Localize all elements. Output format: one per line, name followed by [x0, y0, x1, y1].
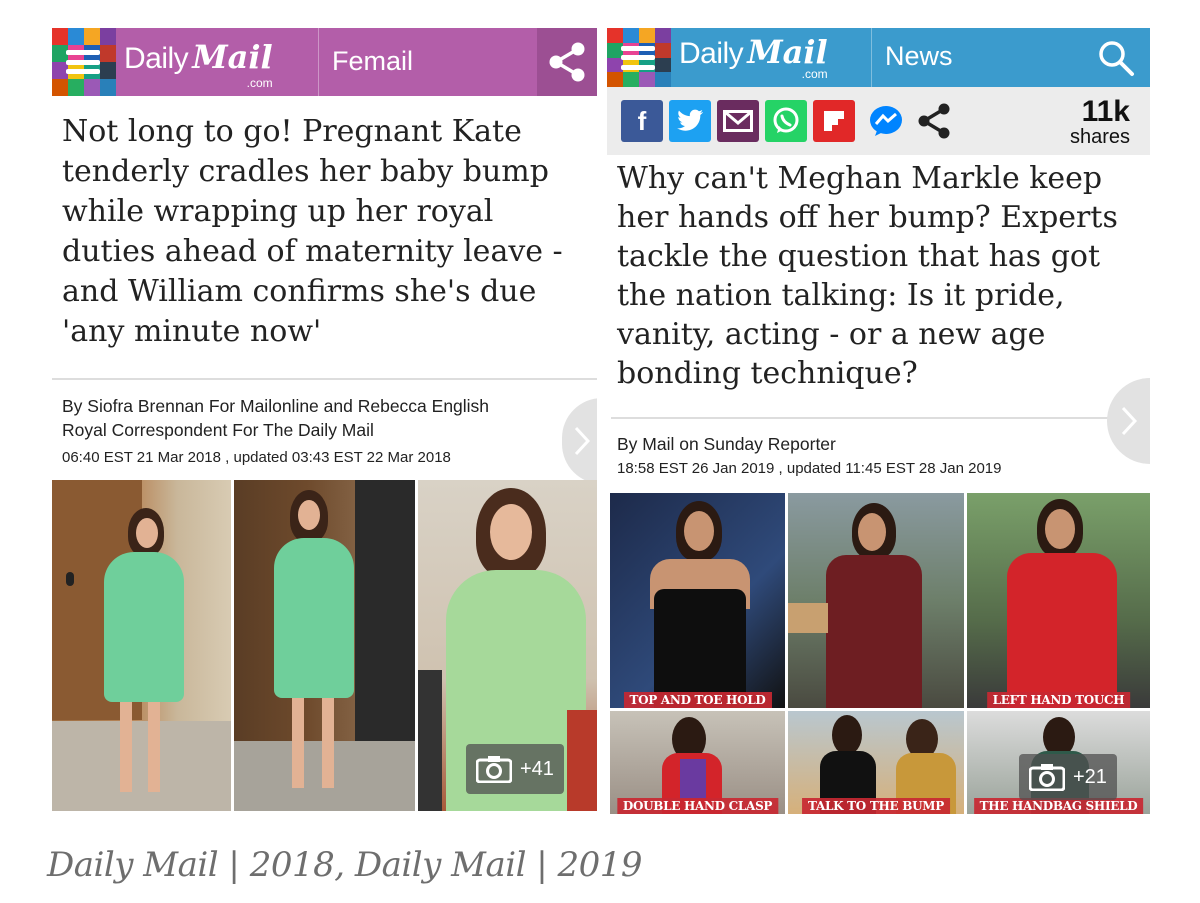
- image-credit: Daily Mail | 2018, Daily Mail | 2019: [47, 845, 643, 885]
- caption-double-hand-clasp: DOUBLE HAND CLASP: [616, 798, 779, 814]
- byline[interactable]: By Mail on Sunday Reporter: [617, 432, 836, 456]
- caption-left-hand-touch: LEFT HAND TOUCH: [986, 692, 1131, 708]
- share-count: 11k shares: [1069, 95, 1130, 148]
- share-button[interactable]: [537, 28, 597, 96]
- meghan-photo-top-and-toe[interactable]: TOP AND TOE HOLD: [610, 493, 785, 708]
- share-toolbar: f 11k shares: [607, 87, 1150, 155]
- logo-mail: Mail: [747, 33, 828, 71]
- menu-button[interactable]: [52, 28, 116, 96]
- femail-article-panel: Daily Mail .com Femail Not long to go! Pr…: [52, 28, 597, 814]
- share-count-label: shares: [1069, 126, 1130, 148]
- gallery-count-label: +21: [1073, 765, 1107, 788]
- caption-handbag-shield: THE HANDBAG SHIELD: [973, 798, 1144, 814]
- meghan-photo-left-hand-touch[interactable]: LEFT HAND TOUCH: [967, 493, 1150, 708]
- dateline: 06:40 EST 21 Mar 2018 , updated 03:43 ES…: [62, 449, 451, 466]
- chevron-right-icon: [574, 426, 590, 456]
- divider-rule: [611, 417, 1111, 419]
- femail-header-bar: Daily Mail .com Femail: [52, 28, 597, 96]
- gallery-count-button[interactable]: +41: [466, 744, 564, 794]
- messenger-icon[interactable]: [865, 100, 907, 142]
- dateline: 18:58 EST 26 Jan 2019 , updated 11:45 ES…: [617, 460, 1002, 477]
- article-headline[interactable]: Not long to go! Pregnant Kate tenderly c…: [62, 112, 587, 352]
- header-divider: [871, 28, 872, 87]
- news-article-panel: Daily Mail .com News f 11k shares Why ca…: [607, 28, 1150, 814]
- camera-icon: [476, 756, 512, 783]
- logo-mail: Mail: [192, 38, 273, 76]
- kate-photo-1[interactable]: [52, 480, 231, 811]
- search-button[interactable]: [1096, 38, 1136, 78]
- share-icon: [549, 42, 585, 82]
- logo-daily: Daily: [679, 37, 744, 70]
- meghan-photo-double-hand-clasp[interactable]: DOUBLE HAND CLASP: [610, 711, 785, 814]
- meghan-photo-talk-to-the-bump[interactable]: TALK TO THE BUMP: [788, 711, 964, 814]
- hamburger-icon: [66, 50, 100, 74]
- section-label[interactable]: News: [885, 41, 953, 72]
- caption-talk-to-the-bump: TALK TO THE BUMP: [802, 798, 950, 814]
- byline: By Siofra Brennan For Mailonline and Reb…: [62, 394, 489, 442]
- kate-photo-2[interactable]: [234, 480, 415, 811]
- header-divider: [318, 28, 319, 96]
- camera-icon: [1029, 764, 1065, 791]
- gallery-count-button[interactable]: +21: [1019, 754, 1117, 800]
- flipboard-icon[interactable]: [813, 100, 855, 142]
- share-count-number: 11k: [1081, 95, 1130, 128]
- caption-top-and-toe: TOP AND TOE HOLD: [623, 692, 772, 708]
- next-article-arrow[interactable]: [562, 398, 597, 484]
- chevron-right-icon: [1121, 406, 1137, 436]
- share-icon[interactable]: [913, 100, 955, 142]
- news-header-bar: Daily Mail .com News: [607, 28, 1150, 87]
- daily-mail-logo[interactable]: Daily Mail .com: [679, 33, 828, 81]
- divider-rule: [52, 378, 597, 380]
- section-label[interactable]: Femail: [332, 46, 413, 77]
- facebook-icon[interactable]: f: [621, 100, 663, 142]
- logo-daily: Daily: [124, 42, 189, 75]
- logo-com: .com: [246, 76, 273, 90]
- article-headline[interactable]: Why can't Meghan Markle keep her hands o…: [617, 159, 1144, 393]
- twitter-icon[interactable]: [669, 100, 711, 142]
- daily-mail-logo[interactable]: Daily Mail .com: [124, 38, 273, 90]
- whatsapp-icon[interactable]: [765, 100, 807, 142]
- menu-button[interactable]: [607, 28, 671, 87]
- email-icon[interactable]: [717, 100, 759, 142]
- logo-com: .com: [801, 67, 828, 81]
- byline-line-1[interactable]: By Siofra Brennan For Mailonline and Reb…: [62, 394, 489, 418]
- gallery-count-label: +41: [520, 757, 554, 780]
- hamburger-icon: [621, 45, 655, 70]
- search-icon: [1099, 41, 1134, 76]
- byline-line-2[interactable]: Royal Correspondent For The Daily Mail: [62, 418, 489, 442]
- meghan-photo-kitchen[interactable]: [788, 493, 964, 708]
